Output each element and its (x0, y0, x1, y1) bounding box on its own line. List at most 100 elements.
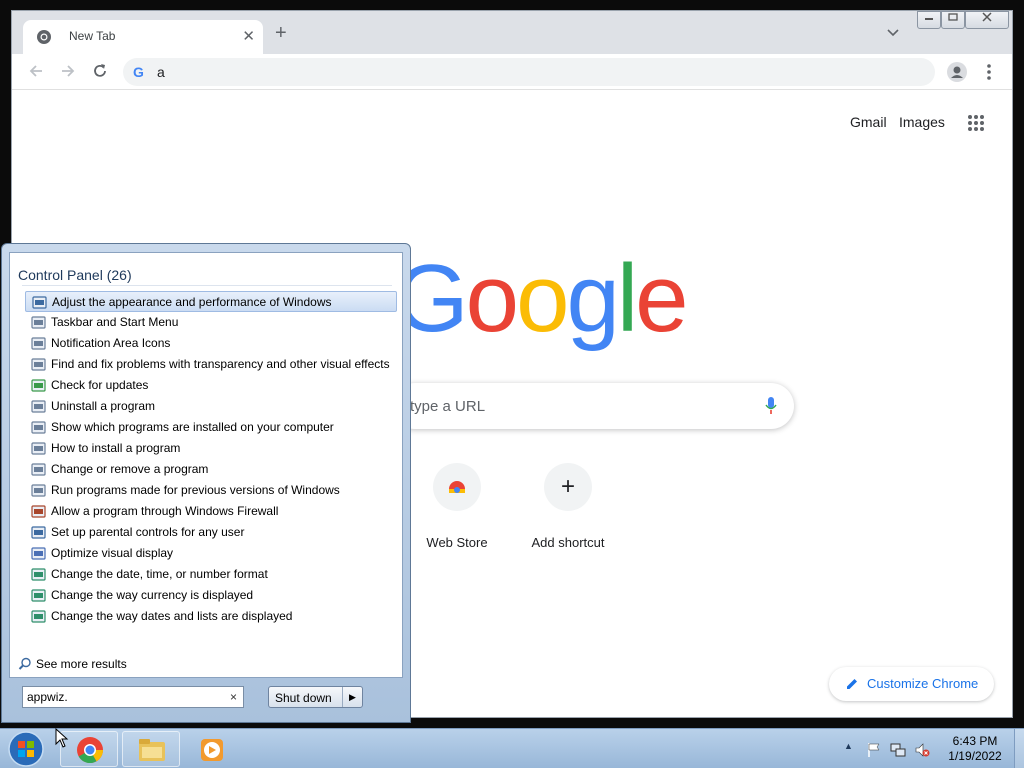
shut-down-options-arrow-icon[interactable]: ▶ (342, 687, 362, 707)
address-bar-value: a (157, 64, 165, 80)
control-panel-result[interactable]: Change or remove a program (25, 459, 397, 480)
result-label: Change the date, time, or number format (51, 567, 268, 581)
magnifier-icon (18, 657, 31, 670)
media-player-icon (201, 739, 223, 761)
tab-search-chevron-icon[interactable] (887, 27, 899, 39)
shortcut-label: Add shortcut (531, 535, 605, 550)
microphone-icon[interactable] (765, 396, 777, 416)
start-search-input[interactable] (27, 689, 217, 705)
see-more-results-link[interactable]: See more results (18, 657, 127, 671)
kebab-menu-icon[interactable] (983, 62, 995, 82)
control-panel-results: Adjust the appearance and performance of… (25, 291, 397, 627)
start-menu: Control Panel (26) Adjust the appearance… (1, 243, 411, 723)
control-panel-result[interactable]: Check for updates (25, 375, 397, 396)
taskbar-file-explorer[interactable] (122, 731, 180, 767)
clock-time: 6:43 PM (952, 734, 998, 748)
control-panel-item-icon (31, 568, 46, 581)
back-button[interactable] (26, 62, 46, 82)
show-desktop-button[interactable] (1014, 729, 1024, 768)
google-logo: Google (394, 249, 689, 349)
taskbar: ▲ 6:43 PM 1/19/2022 (0, 728, 1024, 768)
chrome-favicon-icon (37, 30, 51, 44)
taskbar-media-player[interactable] (184, 731, 236, 767)
see-more-label: See more results (36, 657, 127, 671)
tab-strip: New Tab ✕ + (12, 11, 1012, 54)
control-panel-item-icon (31, 526, 46, 539)
show-hidden-icons-button[interactable]: ▲ (844, 741, 860, 757)
start-search-box[interactable]: × (22, 686, 244, 708)
control-panel-item-icon (31, 421, 46, 434)
control-panel-result[interactable]: Change the way currency is displayed (25, 585, 397, 606)
profile-avatar-icon[interactable] (947, 62, 967, 82)
clock-date: 1/19/2022 (948, 749, 1002, 763)
web-store-icon (433, 463, 481, 511)
control-panel-item-icon (31, 379, 46, 392)
control-panel-result[interactable]: Notification Area Icons (25, 333, 397, 354)
images-link[interactable]: Images (899, 114, 945, 130)
control-panel-item-icon (31, 463, 46, 476)
tab-close-button[interactable]: ✕ (242, 27, 255, 45)
result-label: Show which programs are installed on you… (51, 420, 334, 434)
control-panel-result[interactable]: Uninstall a program (25, 396, 397, 417)
control-panel-result[interactable]: Show which programs are installed on you… (25, 417, 397, 438)
control-panel-result-selected[interactable]: Adjust the appearance and performance of… (25, 291, 397, 312)
result-label: Optimize visual display (51, 546, 174, 560)
restore-button[interactable] (941, 11, 965, 29)
control-panel-item-icon (31, 484, 46, 497)
control-panel-item-icon (31, 442, 46, 455)
close-window-button[interactable] (965, 11, 1009, 29)
clear-search-button[interactable]: × (230, 690, 237, 704)
google-search-icon: G (133, 64, 144, 80)
windows-orb-icon (8, 731, 44, 767)
logo-letter: o (465, 245, 519, 352)
minimize-button[interactable] (917, 11, 941, 29)
shut-down-button[interactable]: Shut down ▶ (268, 686, 363, 708)
start-button[interactable] (4, 730, 48, 768)
control-panel-result[interactable]: Find and fix problems with transparency … (25, 354, 397, 375)
network-icon[interactable] (890, 742, 906, 758)
result-label: Change the way currency is displayed (51, 588, 254, 602)
reload-icon (94, 64, 106, 77)
pencil-icon (847, 679, 857, 689)
control-panel-item-icon (31, 337, 46, 350)
result-label: How to install a program (51, 441, 181, 455)
logo-letter: o (516, 245, 569, 352)
action-center-flag-icon[interactable] (866, 742, 882, 758)
control-panel-section-header: Control Panel (26) (18, 267, 132, 283)
control-panel-result[interactable]: How to install a program (25, 438, 397, 459)
reload-button[interactable] (90, 62, 110, 82)
control-panel-result[interactable]: Change the date, time, or number format (25, 564, 397, 585)
result-label: Set up parental controls for any user (51, 525, 245, 539)
control-panel-result[interactable]: Allow a program through Windows Firewall (25, 501, 397, 522)
address-bar[interactable]: G a (123, 58, 935, 86)
tab-new-tab[interactable]: New Tab ✕ (23, 20, 263, 54)
volume-muted-icon[interactable] (914, 742, 930, 758)
customize-chrome-button[interactable]: Customize Chrome (829, 667, 994, 701)
control-panel-result[interactable]: Change the way dates and lists are displ… (25, 606, 397, 627)
control-panel-result[interactable]: Set up parental controls for any user (25, 522, 397, 543)
result-label: Notification Area Icons (51, 336, 171, 350)
restore-icon (948, 13, 958, 21)
control-panel-result[interactable]: Optimize visual display (25, 543, 397, 564)
control-panel-item-icon (31, 505, 46, 518)
shortcut-web-store[interactable]: Web Store (401, 463, 513, 563)
gmail-link[interactable]: Gmail (850, 114, 887, 130)
result-label: Taskbar and Start Menu (51, 315, 179, 329)
control-panel-item-icon (31, 358, 46, 371)
search-box[interactable]: type a URL (392, 383, 794, 429)
shortcut-add[interactable]: + Add shortcut (512, 463, 624, 563)
control-panel-result[interactable]: Run programs made for previous versions … (25, 480, 397, 501)
back-arrow-icon (29, 65, 42, 77)
new-tab-button[interactable]: + (275, 23, 287, 43)
plus-symbol: + (560, 473, 575, 500)
control-panel-item-icon (31, 610, 46, 623)
logo-letter: g (566, 245, 619, 352)
control-panel-item-icon (31, 316, 46, 329)
forward-button[interactable] (58, 62, 78, 82)
system-clock[interactable]: 6:43 PM 1/19/2022 (940, 734, 1010, 764)
control-panel-item-icon (31, 589, 46, 602)
google-apps-grid-icon[interactable] (967, 114, 985, 132)
control-panel-item-icon (31, 400, 46, 413)
control-panel-result[interactable]: Taskbar and Start Menu (25, 312, 397, 333)
browser-toolbar: G a (12, 54, 1012, 90)
